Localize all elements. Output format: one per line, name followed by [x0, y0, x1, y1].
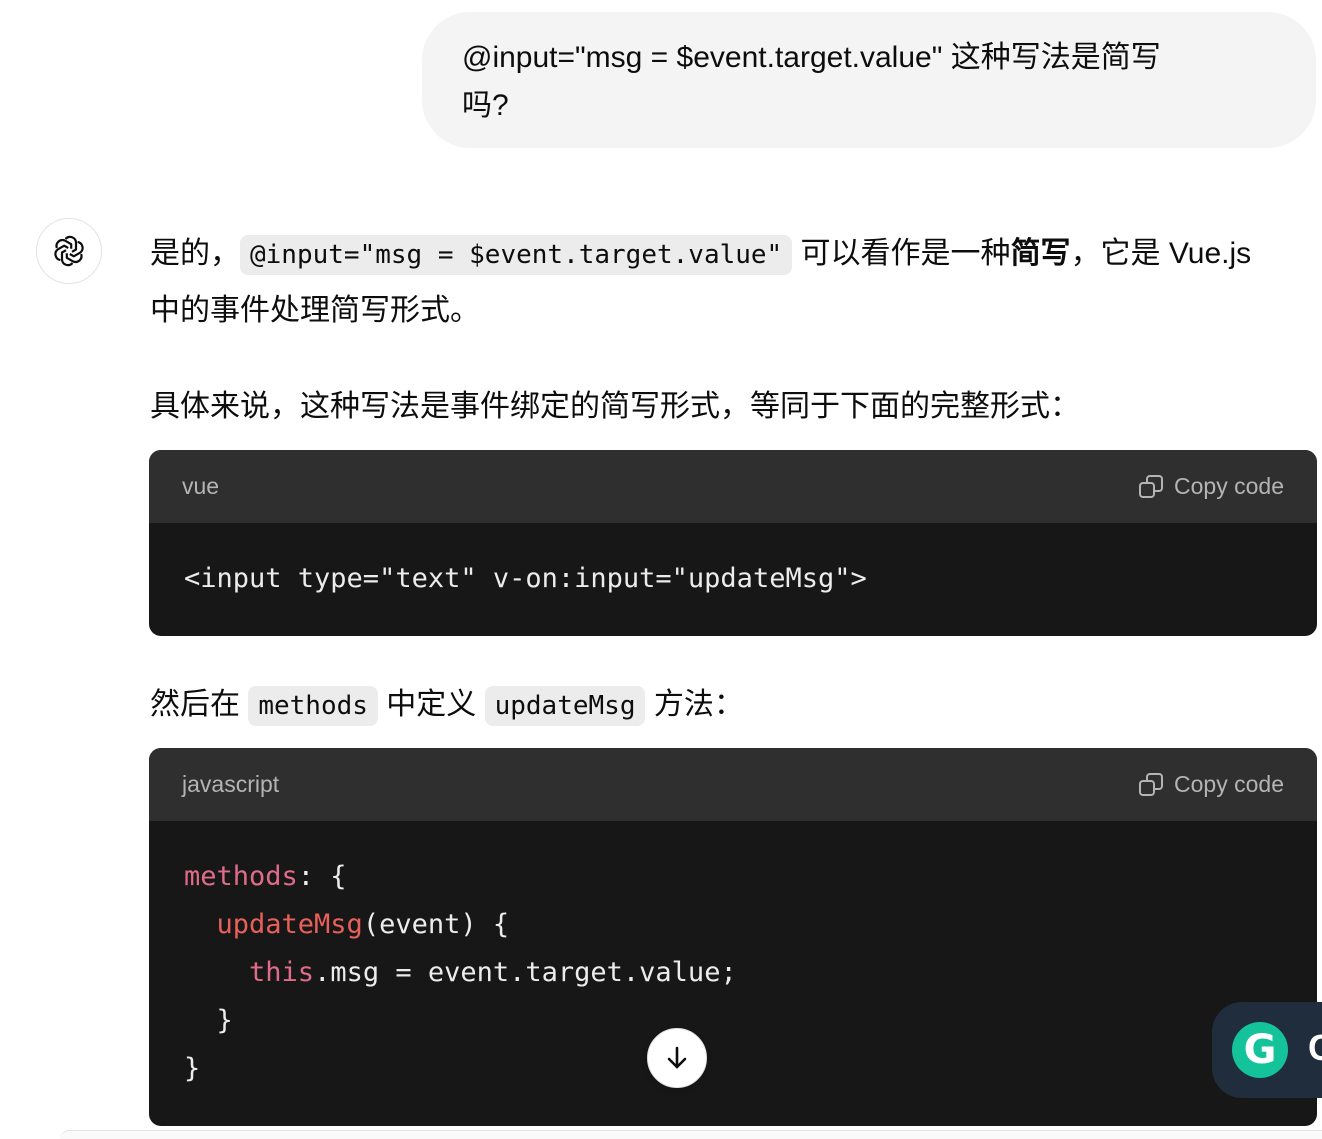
- p1-prefix: 是的，: [150, 237, 240, 270]
- inline-code-methods: methods: [248, 686, 378, 726]
- code-text: .msg = event.target.value;: [314, 957, 737, 988]
- grammarly-g-icon: G: [1232, 1022, 1288, 1078]
- copy-code-label: Copy code: [1174, 473, 1284, 499]
- p3-mid: 中定义: [377, 688, 485, 721]
- assistant-paragraph-3: 然后在 methods 中定义 updateMsg 方法：: [150, 678, 744, 733]
- user-message-line-2: 吗?: [462, 89, 509, 122]
- code-content: <input type="text" v-on:input="updateMsg…: [184, 563, 867, 594]
- p3-prefix: 然后在: [150, 688, 249, 721]
- assistant-paragraph-2: 具体来说，这种写法是事件绑定的简写形式，等同于下面的完整形式：: [150, 390, 1080, 423]
- user-message-line-1: @input="msg = $event.target.value" 这种写法是…: [462, 41, 1161, 74]
- code-language-label: javascript: [182, 771, 280, 797]
- copy-icon: [1139, 474, 1164, 498]
- p3-suffix: 方法：: [645, 688, 744, 721]
- code-line-1: methods: {: [184, 861, 347, 892]
- code-line-4: }: [184, 1005, 233, 1036]
- code-block-header: javascript Copy code: [149, 748, 1317, 821]
- code-text: (event) {: [362, 909, 510, 940]
- code-block-header: vue Copy code: [149, 450, 1317, 523]
- copy-code-button[interactable]: Copy code: [1138, 473, 1284, 500]
- code-keyword: this: [249, 957, 315, 988]
- copy-code-label: Copy code: [1174, 771, 1284, 797]
- copy-icon: [1139, 772, 1164, 796]
- code-text: : {: [297, 861, 347, 892]
- code-line-3: this.msg = event.target.value;: [184, 957, 737, 988]
- code-function: updateMsg: [216, 909, 363, 940]
- grammarly-cut-off-text: C: [1308, 1027, 1322, 1068]
- code-block-javascript: javascript Copy code methods: { updateMs…: [149, 748, 1317, 1126]
- arrow-down-icon: [667, 1046, 687, 1069]
- user-message-bubble: @input="msg = $event.target.value" 这种写法是…: [422, 12, 1316, 148]
- code-line-2: updateMsg(event) {: [184, 909, 510, 940]
- scroll-to-bottom-button[interactable]: [647, 1028, 707, 1088]
- p1-bold-shorthand: 简写: [1010, 237, 1071, 270]
- assistant-paragraph-1: 是的， @input="msg = $event.target.value" 可以…: [150, 226, 1280, 339]
- code-keyword: methods: [184, 861, 298, 892]
- inline-code-updatemsg: updateMsg: [484, 686, 646, 726]
- code-content: methods: { updateMsg(event) { this.msg =…: [149, 821, 1317, 1093]
- grammarly-logo-letter: G: [1243, 1027, 1277, 1073]
- grammarly-widget[interactable]: G C: [1212, 1002, 1322, 1098]
- inline-code-input-handler: @input="msg = $event.target.value": [240, 235, 793, 275]
- openai-logo-icon: [54, 235, 84, 267]
- code-language-label: vue: [182, 473, 220, 499]
- code-line-5: }: [184, 1053, 201, 1084]
- code-block-vue: vue Copy code <input type="text" v-on:in…: [149, 450, 1317, 636]
- copy-code-button[interactable]: Copy code: [1138, 771, 1284, 798]
- p1-mid: 可以看作是一种: [792, 237, 1011, 270]
- assistant-avatar: [36, 218, 102, 284]
